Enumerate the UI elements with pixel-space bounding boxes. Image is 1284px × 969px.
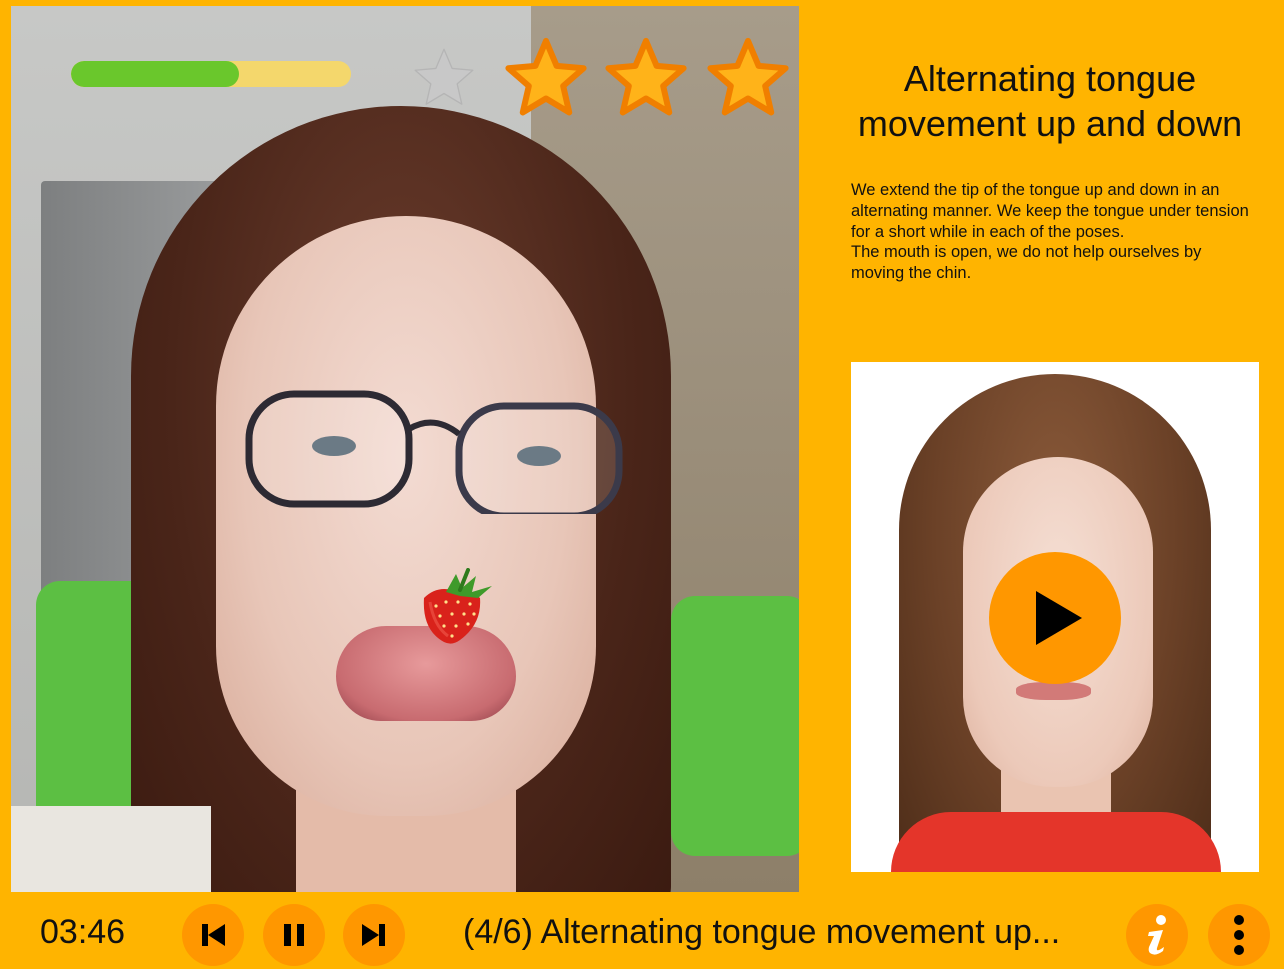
exercise-progress-fill [71, 61, 239, 87]
camera-chair-right [671, 596, 799, 856]
previous-button[interactable] [182, 904, 244, 966]
menu-button[interactable] [1208, 904, 1270, 966]
info-button[interactable] [1126, 904, 1188, 966]
demo-person-shirt [891, 812, 1221, 872]
next-button[interactable] [343, 904, 405, 966]
camera-person-shirt [11, 806, 211, 892]
exercise-title: Alternating tongue movement up and down [857, 58, 1243, 144]
timer: 03:46 [40, 913, 126, 951]
pause-button[interactable] [263, 904, 325, 966]
demo-play-button[interactable] [989, 552, 1121, 684]
star-filled-icon [605, 37, 687, 116]
play-icon [1036, 591, 1082, 645]
exercise-progress-bar [71, 61, 351, 87]
pause-icon [284, 924, 304, 946]
exercise-description: We extend the tip of the tongue up and d… [851, 180, 1251, 284]
skip-previous-icon [202, 924, 225, 946]
more-vertical-icon [1234, 915, 1244, 955]
skip-next-icon [362, 924, 385, 946]
star-filled-icon [505, 37, 587, 116]
demo-video[interactable] [851, 362, 1259, 872]
star-empty-icon [414, 48, 474, 105]
camera-person-face [216, 216, 596, 816]
control-bar: 03:46 (4/6) Alternating tongue movement … [0, 892, 1284, 969]
exercise-status-text: (4/6) Alternating tongue movement up... [463, 913, 1061, 951]
camera-feed [11, 6, 799, 892]
info-icon [1148, 915, 1166, 955]
star-filled-icon [707, 37, 789, 116]
demo-person-lips [1016, 682, 1091, 700]
camera-person-glasses [245, 390, 623, 514]
exercise-description-paragraph: We extend the tip of the tongue up and d… [851, 181, 1249, 241]
strawberry-icon [423, 568, 492, 644]
exercise-description-paragraph: The mouth is open, we do not help oursel… [851, 243, 1202, 283]
